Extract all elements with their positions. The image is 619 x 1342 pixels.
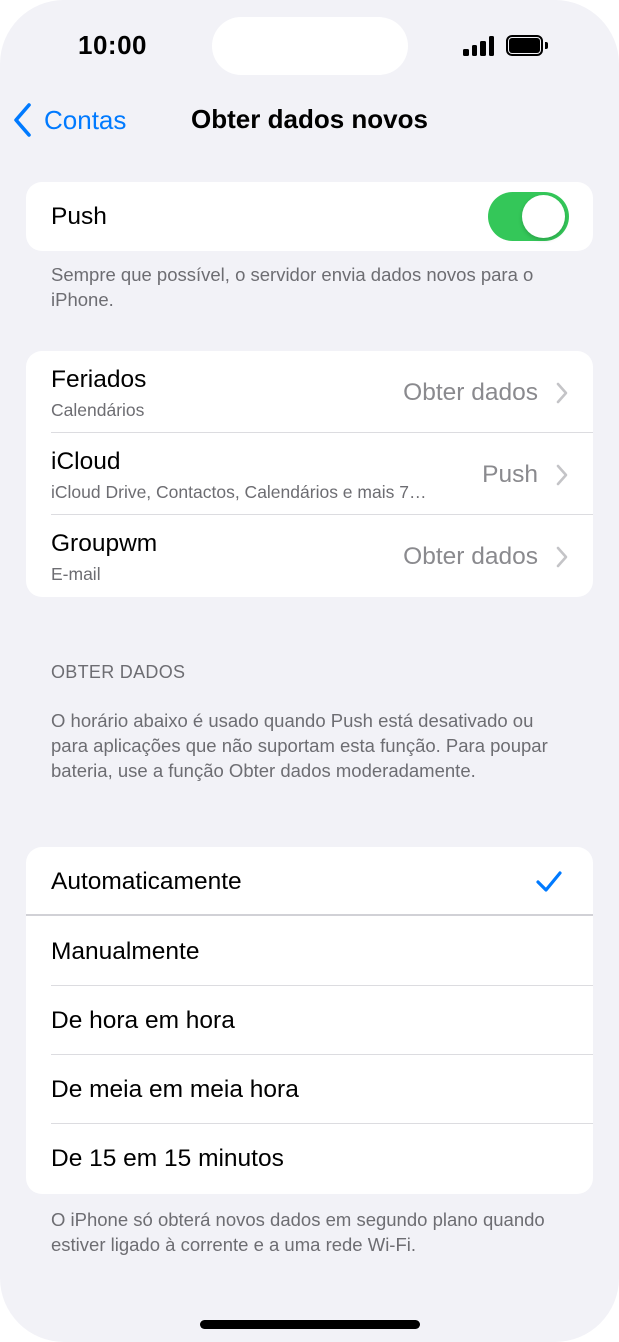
fetch-options-group: Automaticamente Manualmente De hora em h…	[26, 847, 593, 1194]
phone-screen: 10:00 Contas Obter dados novos Push Semp…	[0, 0, 619, 1342]
push-footnote: Sempre que possível, o servidor envia da…	[51, 264, 534, 310]
account-fetch-value: Obter dados	[403, 543, 538, 570]
fetch-option-15-minutes[interactable]: De 15 em 15 minutos	[26, 1124, 593, 1194]
chevron-right-icon	[556, 382, 568, 404]
fetch-section-header: OBTER DADOS	[51, 662, 186, 682]
account-detail: E-mail	[51, 564, 101, 584]
cellular-signal-icon	[463, 36, 495, 56]
fetch-description: O horário abaixo é usado quando Push est…	[51, 710, 548, 781]
checkmark-icon	[536, 871, 562, 892]
fetch-option-label: De hora em hora	[51, 1007, 235, 1034]
dynamic-island	[212, 17, 408, 75]
fetch-footnote: O iPhone só obterá novos dados em segund…	[51, 1209, 545, 1255]
account-row-groupwm[interactable]: Groupwm E-mail Obter dados	[26, 515, 593, 597]
fetch-option-hourly[interactable]: De hora em hora	[26, 986, 593, 1055]
account-fetch-value: Obter dados	[403, 379, 538, 406]
fetch-option-half-hourly[interactable]: De meia em meia hora	[26, 1055, 593, 1124]
push-label: Push	[51, 203, 107, 230]
account-row-icloud[interactable]: iCloud iCloud Drive, Contactos, Calendár…	[26, 433, 593, 515]
fetch-option-label: Automaticamente	[51, 868, 242, 895]
accounts-group: Feriados Calendários Obter dados iCloud …	[26, 351, 593, 597]
fetch-option-automatic[interactable]: Automaticamente	[26, 847, 593, 916]
account-name: Groupwm	[51, 530, 158, 557]
account-fetch-value: Push	[482, 461, 538, 488]
push-group: Push	[26, 182, 593, 251]
account-name: Feriados	[51, 366, 147, 393]
push-row: Push	[26, 182, 593, 251]
account-detail: Calendários	[51, 400, 145, 420]
home-indicator[interactable]	[200, 1320, 420, 1329]
fetch-option-label: De 15 em 15 minutos	[51, 1145, 284, 1172]
chevron-right-icon	[556, 464, 568, 486]
fetch-option-label: Manualmente	[51, 938, 200, 965]
account-detail: iCloud Drive, Contactos, Calendários e m…	[51, 482, 427, 502]
page-title: Obter dados novos	[191, 104, 428, 134]
toggle-knob	[522, 195, 565, 238]
chevron-right-icon	[556, 546, 568, 568]
account-name: iCloud	[51, 448, 121, 475]
push-toggle[interactable]	[488, 192, 569, 241]
fetch-option-label: De meia em meia hora	[51, 1076, 299, 1103]
status-time: 10:00	[78, 30, 147, 60]
fetch-option-manual[interactable]: Manualmente	[26, 916, 593, 986]
account-row-feriados[interactable]: Feriados Calendários Obter dados	[26, 351, 593, 433]
battery-icon	[506, 35, 548, 56]
